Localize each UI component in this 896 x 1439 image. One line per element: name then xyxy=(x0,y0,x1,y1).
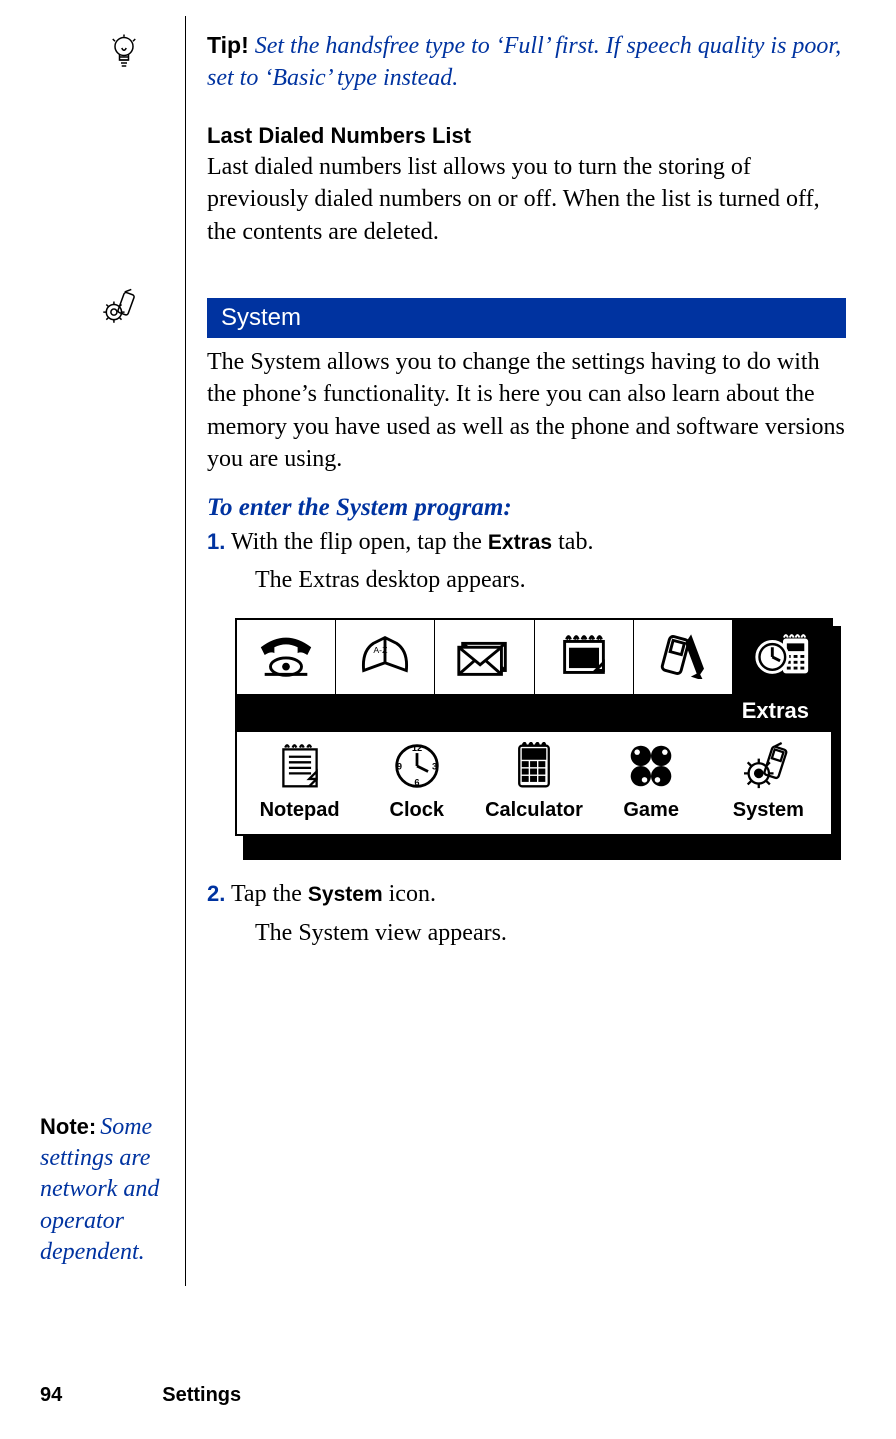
system-intro: The System allows you to change the sett… xyxy=(207,346,846,476)
procedure-title: To enter the System program: xyxy=(207,494,846,522)
app-clock[interactable]: 12 3 6 9 Clock xyxy=(362,742,472,822)
calendar-icon xyxy=(553,631,615,684)
tip-block: Tip! Set the handsfree type to ‘Full’ fi… xyxy=(207,30,846,95)
tab-notes[interactable] xyxy=(634,620,733,694)
lightbulb-icon xyxy=(109,34,139,79)
app-calculator[interactable]: Calculator xyxy=(479,742,589,822)
note-label: Note: xyxy=(40,1114,96,1139)
step-2-result: The System view appears. xyxy=(207,917,846,949)
svg-text:9: 9 xyxy=(397,762,402,772)
clock-icon: 12 3 6 9 xyxy=(391,742,443,795)
last-dialed-heading: Last Dialed Numbers List xyxy=(207,123,846,149)
notepad-icon xyxy=(274,742,326,795)
telephone-icon xyxy=(255,631,317,684)
extras-tab-ref: Extras xyxy=(488,531,552,554)
app-game-label: Game xyxy=(623,799,679,822)
tabs-row: A-Z xyxy=(237,620,831,694)
step-2: 2. Tap the System icon. xyxy=(207,878,846,910)
app-notepad[interactable]: Notepad xyxy=(245,742,355,822)
page-footer: 94 Settings xyxy=(40,1384,241,1407)
tip-label: Tip! xyxy=(207,32,249,58)
tab-calendar[interactable] xyxy=(535,620,634,694)
svg-text:12: 12 xyxy=(412,744,422,754)
tab-mail[interactable] xyxy=(435,620,534,694)
system-icon xyxy=(742,742,794,795)
calculator-icon xyxy=(508,742,560,795)
app-system[interactable]: System xyxy=(713,742,823,822)
note-block: Note: Some settings are network and oper… xyxy=(40,1112,185,1268)
svg-text:3: 3 xyxy=(432,762,437,772)
app-system-label: System xyxy=(733,799,804,822)
game-icon xyxy=(625,742,677,795)
step-2-number: 2. xyxy=(207,881,225,906)
phone-pen-icon xyxy=(652,631,714,684)
extras-desktop-figure: A-Z xyxy=(235,618,833,836)
step-1-number: 1. xyxy=(207,529,225,554)
tip-text: Set the handsfree type to ‘Full’ first. … xyxy=(207,33,841,91)
svg-text:6: 6 xyxy=(414,778,419,788)
app-calculator-label: Calculator xyxy=(485,799,583,822)
system-section-banner: System xyxy=(207,298,846,338)
extras-bar-label: Extras xyxy=(237,694,831,732)
envelope-icon xyxy=(453,631,515,684)
app-game[interactable]: Game xyxy=(596,742,706,822)
svg-text:A-Z: A-Z xyxy=(374,645,389,655)
tab-extras-active[interactable] xyxy=(733,620,831,694)
clock-calculator-icon xyxy=(751,631,813,684)
step-1-result: The Extras desktop appears. xyxy=(207,564,846,596)
tab-contacts[interactable]: A-Z xyxy=(336,620,435,694)
tab-phone[interactable] xyxy=(237,620,336,694)
section-name: Settings xyxy=(162,1384,241,1407)
last-dialed-body: Last dialed numbers list allows you to t… xyxy=(207,151,846,248)
phone-gear-icon xyxy=(101,287,139,330)
app-clock-label: Clock xyxy=(390,799,444,822)
app-notepad-label: Notepad xyxy=(260,799,340,822)
system-icon-ref: System xyxy=(308,883,383,906)
page-number: 94 xyxy=(40,1384,62,1407)
address-book-icon: A-Z xyxy=(354,631,416,684)
step-1: 1. With the flip open, tap the Extras ta… xyxy=(207,526,846,558)
